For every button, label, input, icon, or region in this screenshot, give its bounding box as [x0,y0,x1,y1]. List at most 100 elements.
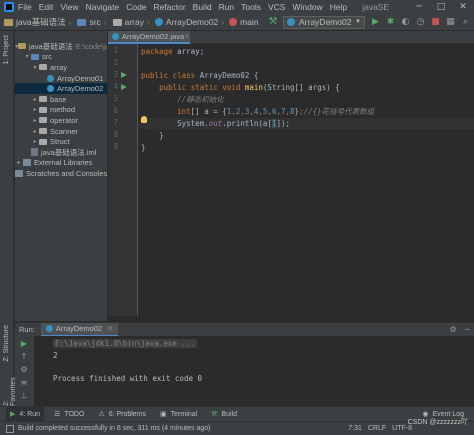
terminal-tool-tab[interactable]: ▣ Terminal [156,407,201,422]
hide-panel-icon[interactable]: ─ [460,325,474,334]
run-gutter-icon[interactable] [121,72,127,78]
tree-item[interactable]: ▾ array [15,62,107,73]
gear-icon[interactable]: ⚙ [446,325,460,334]
soft-wrap-icon[interactable]: ≡ [19,378,29,387]
code-line-9: } [141,142,146,153]
line-separator[interactable]: CRLF [368,425,386,432]
maximize-button[interactable]: □ [430,2,452,12]
menu-run[interactable]: Run [219,2,235,12]
breadcrumb-array[interactable]: array [125,17,144,27]
menu-build[interactable]: Build [193,2,212,12]
run-configuration-select[interactable]: ArrayDemo02 ▼ [283,15,365,29]
tree-item[interactable]: ▸ method [15,105,107,116]
project-structure-icon[interactable]: ▦ [444,17,457,27]
chevron-right-icon[interactable]: ▸ [31,128,39,135]
code-token: [] a = { [190,107,227,116]
breadcrumb-project[interactable]: java基础语法 [16,16,66,28]
close-window-button[interactable]: ✕ [452,2,474,12]
tree-item[interactable]: ▸ base [15,94,107,105]
tree-item[interactable]: ▸ Scanner [15,126,107,137]
project-tool-tab[interactable]: 1: Project [3,35,10,65]
chevron-down-icon[interactable]: ▾ [31,64,39,71]
window-controls: ─ □ ✕ [408,2,474,12]
caret-position[interactable]: 7:31 [348,425,362,432]
search-icon[interactable]: ⌕ [459,17,472,27]
package-icon [39,117,47,124]
profile-icon[interactable]: ◷ [414,17,427,27]
tree-item[interactable]: ArrayDemo01 [15,73,107,84]
class-icon [154,18,163,26]
editor-gutter: 1 2 3 4 5 6 7 8 9 [108,44,138,316]
close-tab-icon[interactable]: ✕ [107,324,113,333]
tree-root[interactable]: ▾ java基础语法 E:\code\ja [15,41,107,52]
package-icon [39,96,47,103]
run-tab-arraydemo02[interactable]: ArrayDemo02 ✕ [40,322,119,337]
line-number: 8 [113,130,118,139]
menu-help[interactable]: Help [330,2,347,12]
bottom-tool-tabs: ▶ 4: Run ☰ TODO ⚠ 6: Problems ▣ Terminal ⚒ Bu… [0,406,474,422]
console-command-text[interactable]: E:\Java\jdk1.8\bin\java.exe ... [53,339,197,348]
tree-item[interactable]: ▸ Struct [15,136,107,147]
code-line-6: int[] a = {1,2,3,4,5,6,7,8};//{}花括号代表数组 [177,107,375,116]
line-number: 1 [113,46,118,55]
chevron-right-icon[interactable]: ▸ [31,138,39,145]
breadcrumb-class[interactable]: ArrayDemo02 [166,17,218,27]
menu-view[interactable]: View [60,2,78,12]
menu-window[interactable]: Window [292,2,322,12]
menu-vcs[interactable]: VCS [268,2,285,12]
menu-navigate[interactable]: Navigate [86,2,120,12]
code-token: out [208,119,223,128]
menu-tools[interactable]: Tools [241,2,261,12]
code-token: main [244,83,263,92]
status-message[interactable]: Build completed successfully in 8 sec, 3… [18,425,210,432]
code-line-3: public class ArrayDemo02 { [141,70,258,81]
line-number: 4 [113,82,118,91]
tree-item[interactable]: ▸ operator [15,115,107,126]
menu-file[interactable]: File [18,2,32,12]
build-tool-tab[interactable]: ⚒ Build [207,407,241,422]
chevron-down-icon[interactable]: ▾ [23,53,31,60]
console-output[interactable]: E:\Java\jdk1.8\bin\java.exe ... 2 Proces… [34,336,474,406]
menu-code[interactable]: Code [126,2,146,12]
tree-item[interactable]: ▸ External Libraries [15,158,107,169]
chevron-right-icon[interactable]: ▸ [31,117,39,124]
iml-file-icon [31,148,38,157]
code-editor[interactable]: package array; public class ArrayDemo02 … [139,44,474,316]
build-hammer-icon[interactable]: ⚒ [267,16,279,28]
chevron-right-icon[interactable]: ▸ [31,106,39,113]
structure-tool-tab[interactable]: Z: Structure [3,325,10,362]
tree-item[interactable]: ArrayDemo02 [15,83,107,94]
project-tree: ▾ java基础语法 E:\code\ja ▾ src ▾ array ArrayDem… [15,31,107,321]
line-number: 6 [113,106,118,115]
breadcrumb-method[interactable]: main [240,17,258,27]
tree-item[interactable]: ▾ src [15,52,107,63]
tree-item[interactable]: java基础语法.iml [15,147,107,158]
editor-tab-arraydemo02[interactable]: ArrayDemo02.java ✕ [108,31,190,44]
menu-edit[interactable]: Edit [39,2,54,12]
breadcrumb-src[interactable]: src [89,17,100,27]
rerun-icon[interactable]: ▶ [19,339,29,348]
minimize-button[interactable]: ─ [408,2,430,12]
wrench-icon[interactable]: ⚙ [19,365,29,374]
pin-icon[interactable]: ⊥ [19,391,29,400]
run-icon[interactable]: ▶ [369,17,382,27]
menu-refactor[interactable]: Refactor [154,2,186,12]
terminal-tool-tab-label: Terminal [170,410,198,418]
run-gutter-icon[interactable] [121,84,127,90]
chevron-right-icon[interactable]: ▸ [31,96,39,103]
todo-tool-tab[interactable]: ☰ TODO [50,407,88,422]
debug-icon[interactable]: ✱ [384,17,397,27]
tree-item-label: Struct [50,137,70,147]
close-tab-icon[interactable]: ✕ [184,33,190,41]
run-tool-tab[interactable]: ▶ 4: Run [6,406,45,422]
up-arrow-icon[interactable]: ↑ [19,352,29,361]
chevron-right-icon[interactable]: ▸ [15,159,23,166]
stop-icon[interactable]: ■ [429,17,442,27]
coverage-icon[interactable]: ◐ [399,17,412,27]
problems-tool-tab[interactable]: ⚠ 6: Problems [94,407,150,422]
tree-item[interactable]: Scratches and Consoles [15,168,107,179]
chevron-right-icon: › [221,17,225,27]
line-number: 5 [113,94,118,103]
status-toggle-icon[interactable] [6,424,14,433]
lightbulb-icon[interactable] [141,116,147,123]
